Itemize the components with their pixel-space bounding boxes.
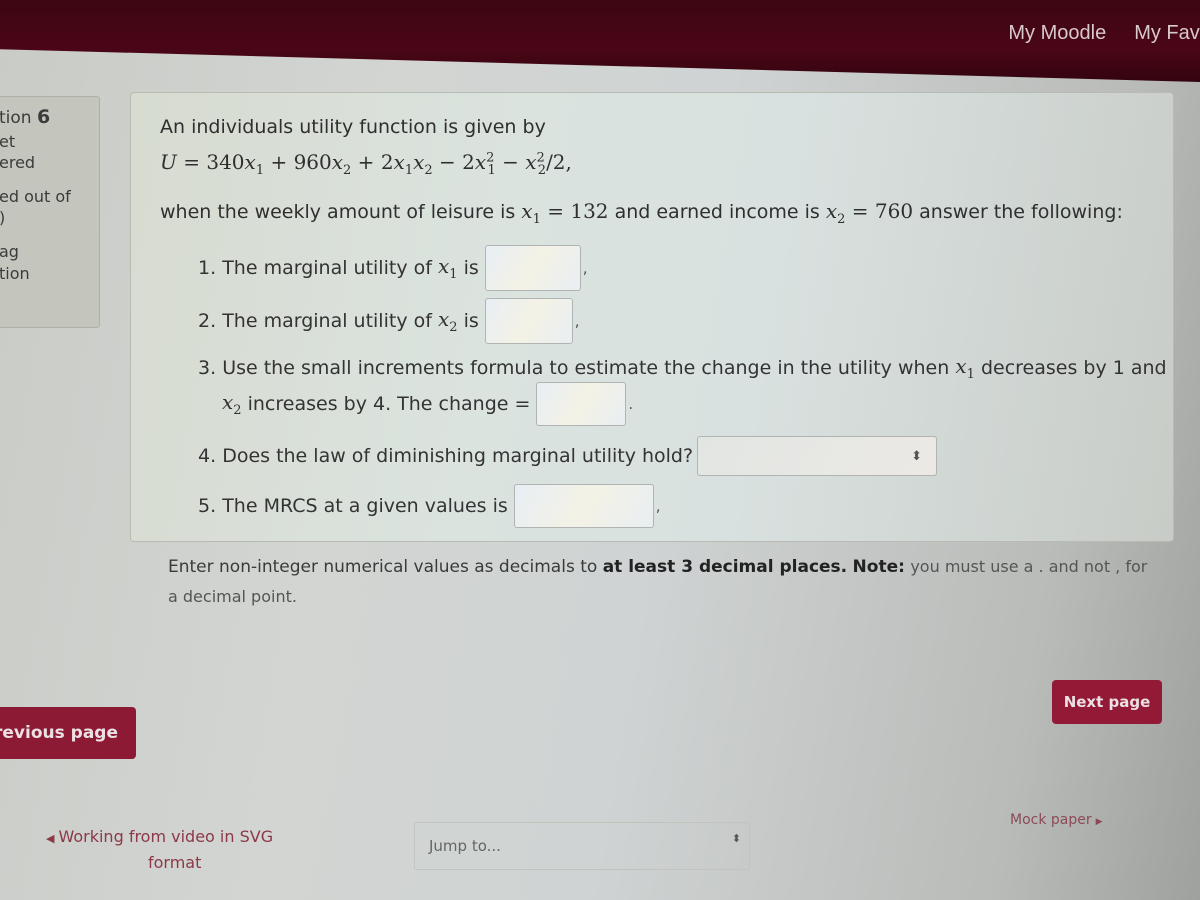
triangle-right-icon: ▶ [1095,817,1103,827]
question-marks: ed out of [0,186,71,206]
top-navbar: My Moodle My Favou [0,0,1200,82]
previous-page-button[interactable]: revious page [0,707,136,759]
nav-link-my-favourites[interactable]: My Favou [1134,22,1200,45]
question-marks-2: ) [0,207,99,229]
question-condition: when the weekly amount of leisure is x1 … [160,199,1123,227]
question-intro: An individuals utility function is given… [160,116,546,138]
question-status-2: ered [0,153,36,173]
updown-arrows-icon: ⬍ [911,448,923,464]
activity-navigation: ◀ Working from video in SVG format Jump t… [0,810,1200,900]
decimal-note: Enter non-integer numerical values as de… [168,557,1148,606]
question-item-3-line-2: x2 increases by 4. The change = . [222,382,633,426]
question-item-4: 4. Does the law of diminishing marginal … [198,436,938,476]
answer-input-3[interactable] [536,382,627,426]
utility-formula: U = 340x1 + 960x2 + 2x1x2 − 2x21 − x22/2… [160,150,572,178]
next-page-button[interactable]: Next page [1052,680,1162,724]
answer-input-1[interactable] [484,245,581,291]
question-number: tion 6 [0,106,51,128]
previous-activity-link[interactable]: ◀ Working from video in SVG format [46,824,336,875]
answer-input-2[interactable] [484,298,573,344]
question-item-3: 3. Use the small increments formula to e… [198,354,1167,382]
answer-select-4[interactable]: ⬍ [697,436,938,476]
flag-question-link[interactable]: ag [0,241,99,263]
next-activity-link[interactable]: Mock paper ▶ [1010,812,1103,828]
question-info-block: tion 6 et ered ed out of ) ag tion [0,96,100,328]
nav-link-my-moodle[interactable]: My Moodle [1008,22,1106,45]
answer-input-5[interactable] [513,484,654,528]
updown-arrows-icon: ⬍ [731,831,741,845]
question-item-5: 5. The MRCS at a given values is , [198,484,661,528]
question-item-1: 1. The marginal utility of x1 is , [198,245,588,291]
jump-to-select[interactable]: Jump to... ⬍ [414,822,750,870]
flag-question-link-2[interactable]: tion [0,263,99,285]
triangle-left-icon: ◀ [46,832,55,845]
question-item-2: 2. The marginal utility of x2 is , [198,298,580,344]
navbar-links: My Moodle My Favou [1008,22,1200,45]
question-status: et [0,131,16,151]
